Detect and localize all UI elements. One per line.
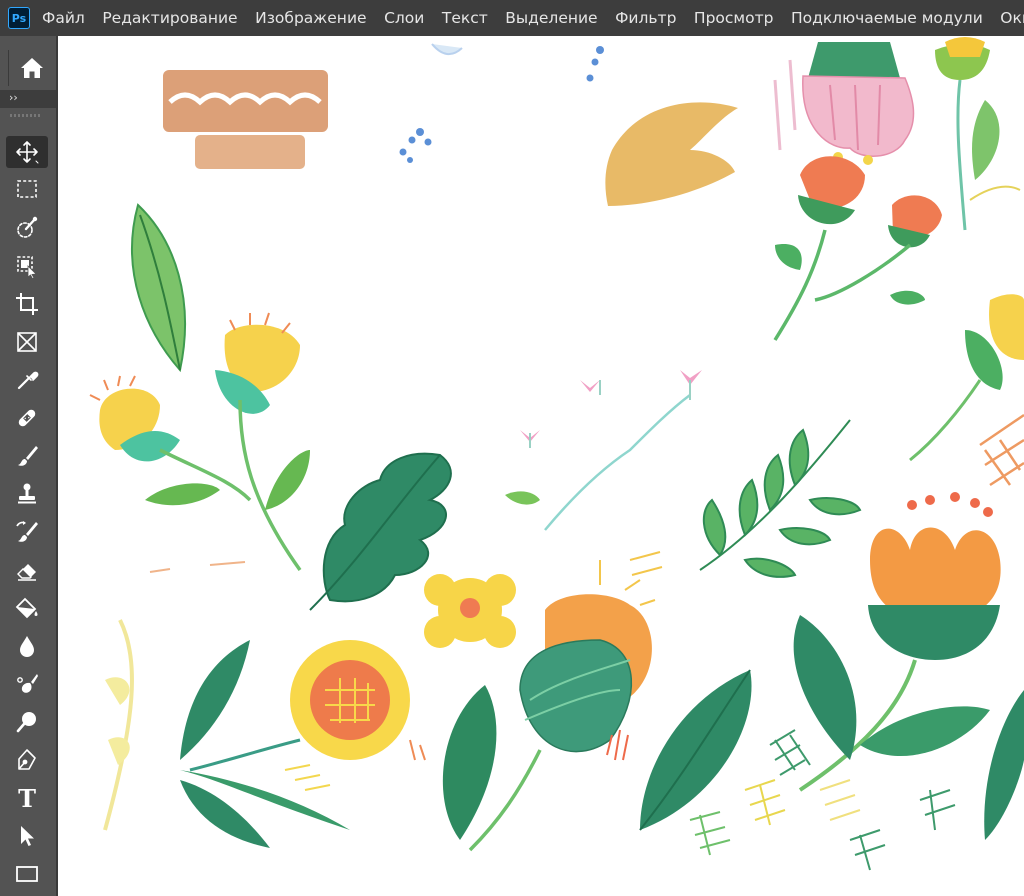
home-icon xyxy=(21,58,43,78)
move-tool[interactable] xyxy=(6,136,48,168)
green-leaf-left xyxy=(131,203,186,373)
pen-tool[interactable] xyxy=(6,744,48,776)
yellow-tulips xyxy=(89,312,310,572)
top-right-yellow-flower xyxy=(935,37,1021,231)
rectangle-icon xyxy=(16,866,38,882)
brush-tool[interactable] xyxy=(6,440,48,472)
pen-icon xyxy=(18,749,36,770)
rectangle-tool[interactable] xyxy=(6,858,48,890)
move-icon xyxy=(16,141,39,164)
pink-bell-flower xyxy=(773,42,915,165)
menu-view[interactable]: Просмотр xyxy=(694,9,774,27)
right-edge-flower xyxy=(909,294,1024,487)
frame-icon xyxy=(17,332,37,352)
menu-image[interactable]: Изображение xyxy=(255,9,366,27)
menu-select[interactable]: Выделение xyxy=(505,9,597,27)
menu-filter[interactable]: Фильтр xyxy=(615,9,676,27)
terracotta-brush-stroke xyxy=(163,70,328,169)
frame-tool[interactable] xyxy=(6,326,48,358)
document-canvas[interactable] xyxy=(58,36,1024,896)
object-selection-tool[interactable] xyxy=(6,250,48,282)
paint-bucket-tool[interactable] xyxy=(6,592,48,624)
menu-edit[interactable]: Редактирование xyxy=(102,9,237,27)
marquee-icon xyxy=(17,180,37,198)
menu-layers[interactable]: Слои xyxy=(384,9,424,27)
orange-poppies xyxy=(773,156,942,341)
menu-file[interactable]: Файл xyxy=(42,9,85,27)
toolbar-collapse-button[interactable]: ›› xyxy=(0,90,56,108)
dodge-icon xyxy=(16,712,36,733)
photoshop-logo-icon: Ps xyxy=(8,7,30,29)
ochre-smear xyxy=(605,102,738,206)
quick-selection-icon xyxy=(17,216,38,238)
smudge-icon xyxy=(17,674,38,693)
crop-icon xyxy=(16,293,38,315)
crop-tool[interactable] xyxy=(6,288,48,320)
drop-icon xyxy=(20,636,34,657)
small-yellow-flower xyxy=(424,574,516,648)
bandage-icon xyxy=(18,409,36,427)
big-leaf-bottom xyxy=(639,669,752,831)
eraser-icon xyxy=(17,564,36,581)
paint-bucket-icon xyxy=(15,597,38,619)
menu-bar: Ps Файл Редактирование Изображение Слои … xyxy=(0,0,1024,36)
stamp-icon xyxy=(18,483,36,504)
dark-leaf-left-bud xyxy=(442,685,497,840)
dodge-tool[interactable] xyxy=(6,706,48,738)
type-icon: T xyxy=(18,783,36,813)
toolbar-grip-handle[interactable] xyxy=(10,114,42,117)
healing-brush-tool[interactable] xyxy=(6,402,48,434)
eraser-tool[interactable] xyxy=(6,554,48,586)
eyedropper-icon xyxy=(17,371,39,390)
artwork xyxy=(89,37,1024,871)
tools-panel: ›› T xyxy=(0,36,58,896)
path-selection-tool[interactable] xyxy=(6,820,48,852)
home-button[interactable] xyxy=(8,50,55,86)
history-brush-tool[interactable] xyxy=(6,516,48,548)
object-selection-icon xyxy=(17,256,37,280)
rect-marquee-tool[interactable] xyxy=(6,173,48,205)
smudge-tool[interactable] xyxy=(6,668,48,700)
blue-sprig xyxy=(399,46,604,163)
history-brush-icon xyxy=(16,521,38,542)
menu-window[interactable]: Окно xyxy=(1000,9,1024,27)
arrow-cursor-icon xyxy=(21,826,34,846)
type-tool[interactable]: T xyxy=(6,782,48,814)
menu-plugins[interactable]: Подключаемые модули xyxy=(791,9,983,27)
blur-tool[interactable] xyxy=(6,630,48,662)
clone-stamp-tool[interactable] xyxy=(6,478,48,510)
brush-icon xyxy=(18,446,38,466)
pink-sprig xyxy=(505,370,702,531)
fern-sprig xyxy=(699,419,862,578)
menu-type[interactable]: Текст xyxy=(442,9,488,27)
eyedropper-tool[interactable] xyxy=(6,364,48,396)
quick-selection-tool[interactable] xyxy=(6,212,48,244)
